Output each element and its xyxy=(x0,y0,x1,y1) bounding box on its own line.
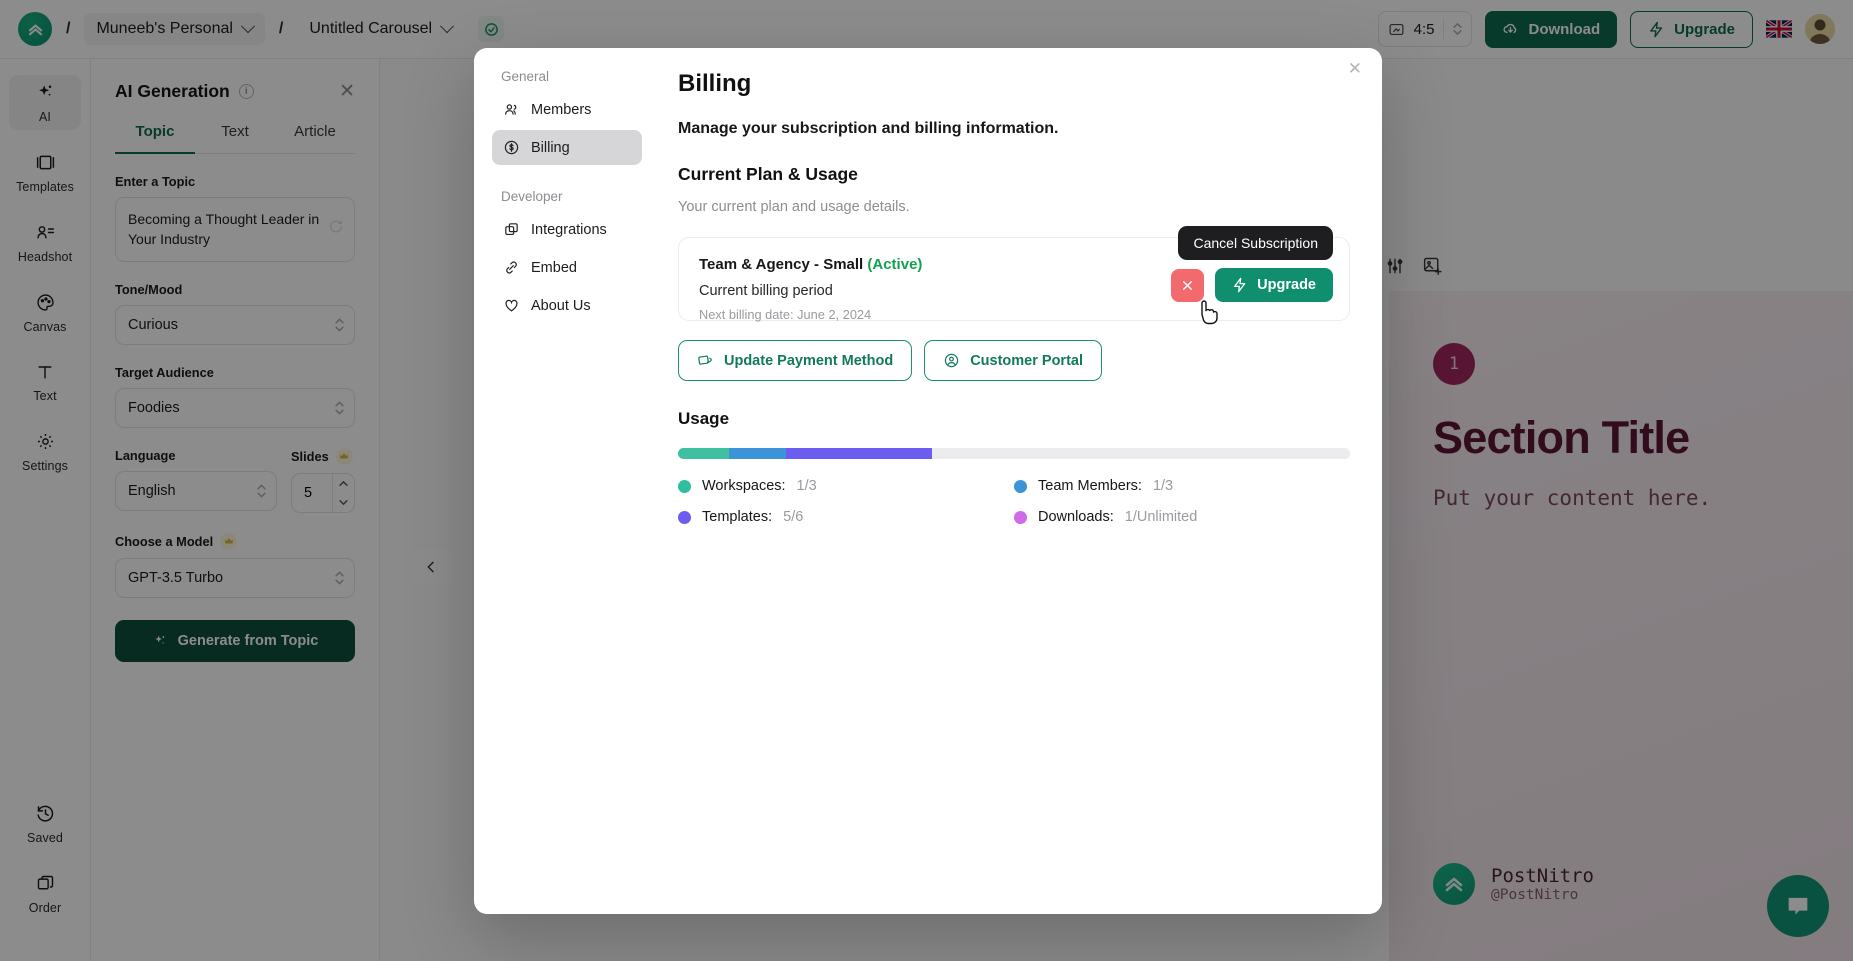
sidebar-item-members[interactable]: Members xyxy=(492,92,642,127)
plan-name: Team & Agency - Small xyxy=(699,256,864,273)
customer-portal-label: Customer Portal xyxy=(970,352,1083,369)
payment-actions: Update Payment Method Customer Portal xyxy=(678,340,1350,381)
members-icon xyxy=(505,104,517,115)
usage-legend-item-team-members: Team Members: 1/3 xyxy=(1014,478,1350,494)
sidebar-item-label: About Us xyxy=(531,297,591,314)
usage-legend-label: Templates: xyxy=(702,509,773,525)
settings-modal: General Members Billing Developer Integr… xyxy=(474,48,1382,914)
usage-bar-segment-team-members xyxy=(729,448,786,459)
usage-legend-item-workspaces: Workspaces: 1/3 xyxy=(678,478,1014,494)
sidebar-group-label-developer: Developer xyxy=(501,189,563,204)
legend-dot xyxy=(678,510,691,524)
cancel-subscription-tooltip: Cancel Subscription xyxy=(1178,226,1333,260)
close-icon xyxy=(1183,280,1193,290)
usage-progress-bar xyxy=(678,448,1350,459)
billing-dollar-icon xyxy=(504,140,519,155)
customer-portal-button[interactable]: Customer Portal xyxy=(924,340,1102,381)
usage-legend-value: 1/3 xyxy=(796,478,817,494)
update-payment-method-label: Update Payment Method xyxy=(724,352,894,369)
usage-legend-value: 1/3 xyxy=(1152,478,1174,494)
section-note: Your current plan and usage details. xyxy=(678,199,910,215)
sidebar-group-label-general: General xyxy=(501,69,550,84)
modal-content: ✕ Billing Manage your subscription and b… xyxy=(656,48,1382,914)
usage-legend-value: 1/Unlimited xyxy=(1124,509,1198,525)
usage-legend-value: 5/6 xyxy=(783,509,804,525)
usage-legend-item-templates: Templates: 5/6 xyxy=(678,509,1014,525)
user-circle-icon xyxy=(944,353,959,368)
plan-upgrade-button[interactable]: Upgrade xyxy=(1215,268,1333,302)
plan-upgrade-label: Upgrade xyxy=(1257,277,1316,293)
plan-next-billing: Next billing date: June 2, 2024 xyxy=(699,307,872,322)
link-icon xyxy=(506,261,517,274)
usage-bar-segment-templates xyxy=(785,448,932,459)
status-badge: (Active) xyxy=(867,256,923,273)
modal-title: Billing xyxy=(678,70,752,97)
sidebar-item-label: Embed xyxy=(531,259,577,276)
section-title-current-plan: Current Plan & Usage xyxy=(678,164,858,184)
sidebar-item-embed[interactable]: Embed xyxy=(492,250,642,285)
cancel-subscription-button[interactable] xyxy=(1171,268,1205,302)
legend-dot xyxy=(1014,510,1027,524)
sidebar-item-integrations[interactable]: Integrations xyxy=(492,212,642,247)
usage-legend: Workspaces: 1/3 Team Members: 1/3 Templa… xyxy=(678,478,1350,525)
usage-bar-segment-remaining xyxy=(931,448,1350,459)
usage-legend-label: Workspaces: xyxy=(702,478,786,494)
usage-legend-item-downloads: Downloads: 1/Unlimited xyxy=(1014,509,1350,525)
modal-sidebar: General Members Billing Developer Integr… xyxy=(474,48,656,914)
usage-section-title: Usage xyxy=(678,409,730,428)
legend-dot xyxy=(678,479,691,493)
update-payment-method-button[interactable]: Update Payment Method xyxy=(678,340,913,381)
usage-legend-label: Downloads: xyxy=(1038,509,1114,525)
plan-action-buttons: Upgrade xyxy=(1171,268,1333,302)
sidebar-item-label: Members xyxy=(531,101,592,118)
close-icon[interactable]: ✕ xyxy=(1348,60,1362,77)
heart-icon xyxy=(505,299,518,312)
current-plan-card: Team & Agency - Small (Active) Current b… xyxy=(678,226,1350,322)
integrations-icon xyxy=(505,223,518,236)
sidebar-item-billing[interactable]: Billing xyxy=(492,130,642,165)
sidebar-item-about-us[interactable]: About Us xyxy=(492,288,642,323)
sidebar-item-label: Billing xyxy=(531,139,570,156)
sidebar-item-label: Integrations xyxy=(531,221,607,238)
modal-subtitle: Manage your subscription and billing inf… xyxy=(678,120,1059,137)
credit-cards-icon xyxy=(698,355,712,365)
usage-bar-segment-workspaces xyxy=(678,448,730,459)
legend-dot xyxy=(1014,479,1027,493)
usage-legend-label: Team Members: xyxy=(1038,478,1142,494)
lightning-bolt-icon xyxy=(1234,277,1246,293)
